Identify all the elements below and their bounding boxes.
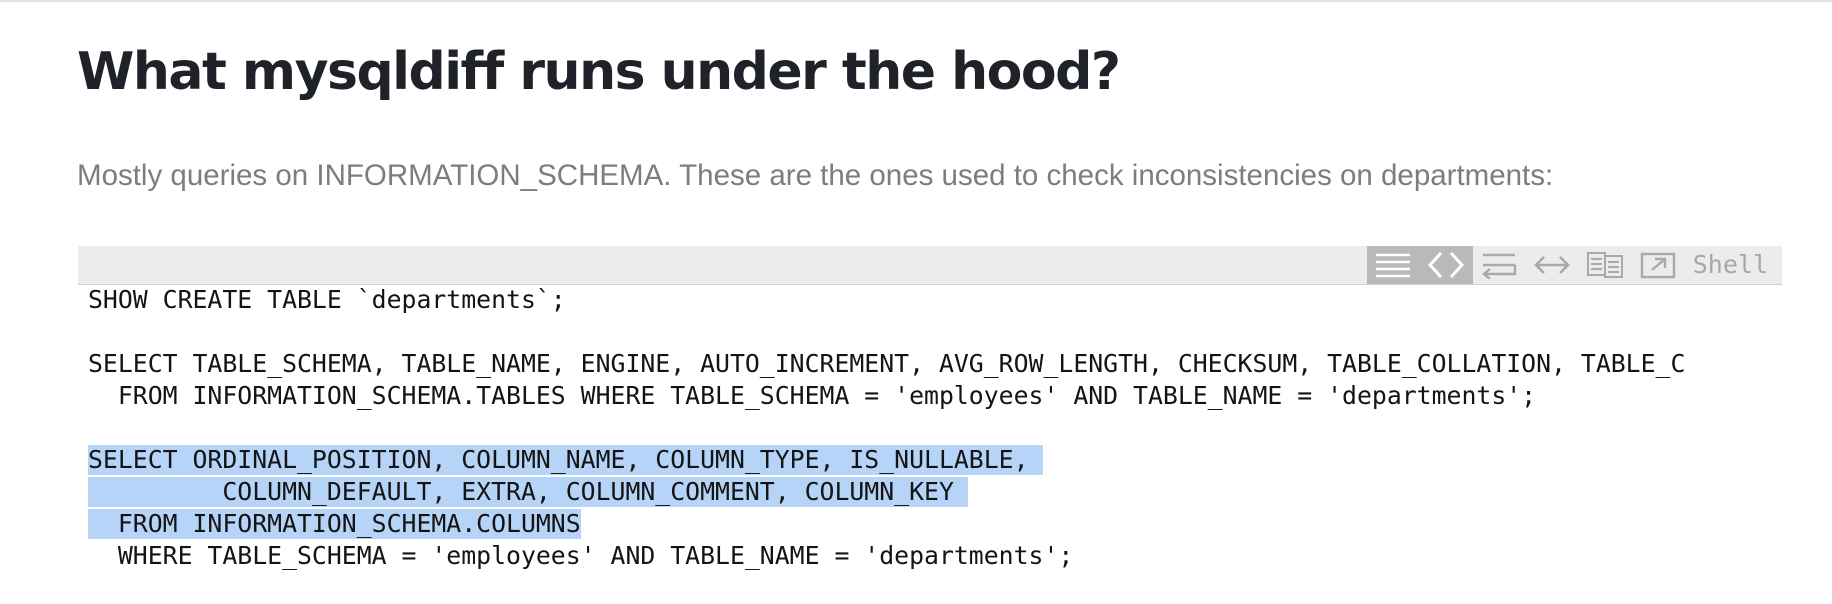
- view-source-button[interactable]: [1419, 246, 1473, 284]
- code-line: SELECT TABLE_SCHEMA, TABLE_NAME, ENGINE,…: [88, 349, 1686, 378]
- view-source-icon: [1427, 250, 1465, 280]
- copy-icon: [1586, 251, 1624, 279]
- code-line-selected: COLUMN_DEFAULT, EXTRA, COLUMN_COMMENT, C…: [88, 477, 968, 507]
- page-title: What mysqldiff runs under the hood?: [77, 42, 1121, 102]
- expand-icon: [1533, 253, 1571, 277]
- code-line-selected: FROM INFORMATION_SCHEMA.COLUMNS: [88, 509, 581, 539]
- open-new-window-icon: [1640, 251, 1676, 279]
- code-block: Shell SHOW CREATE TABLE `departments`; S…: [78, 246, 1782, 586]
- view-plain-icon: [1376, 252, 1411, 278]
- wrap-lines-icon: [1481, 251, 1517, 279]
- open-new-window-button[interactable]: [1632, 246, 1685, 284]
- expand-button[interactable]: [1526, 246, 1579, 284]
- code-line-selected: SELECT ORDINAL_POSITION, COLUMN_NAME, CO…: [88, 445, 1043, 475]
- top-divider: [0, 0, 1832, 2]
- view-plain-button[interactable]: [1366, 246, 1420, 284]
- code-line: SHOW CREATE TABLE `departments`;: [88, 285, 566, 314]
- code-line: FROM INFORMATION_SCHEMA.TABLES WHERE TAB…: [88, 381, 1537, 410]
- code-toolbar: Shell: [78, 246, 1782, 285]
- intro-paragraph: Mostly queries on INFORMATION_SCHEMA. Th…: [77, 159, 1554, 192]
- wrap-lines-button[interactable]: [1473, 246, 1526, 284]
- code-toolbar-actions: Shell: [1366, 246, 1782, 284]
- code-line: WHERE TABLE_SCHEMA = 'employees' AND TAB…: [88, 541, 1074, 570]
- copy-button[interactable]: [1579, 246, 1632, 284]
- code-language-label: Shell: [1692, 250, 1768, 279]
